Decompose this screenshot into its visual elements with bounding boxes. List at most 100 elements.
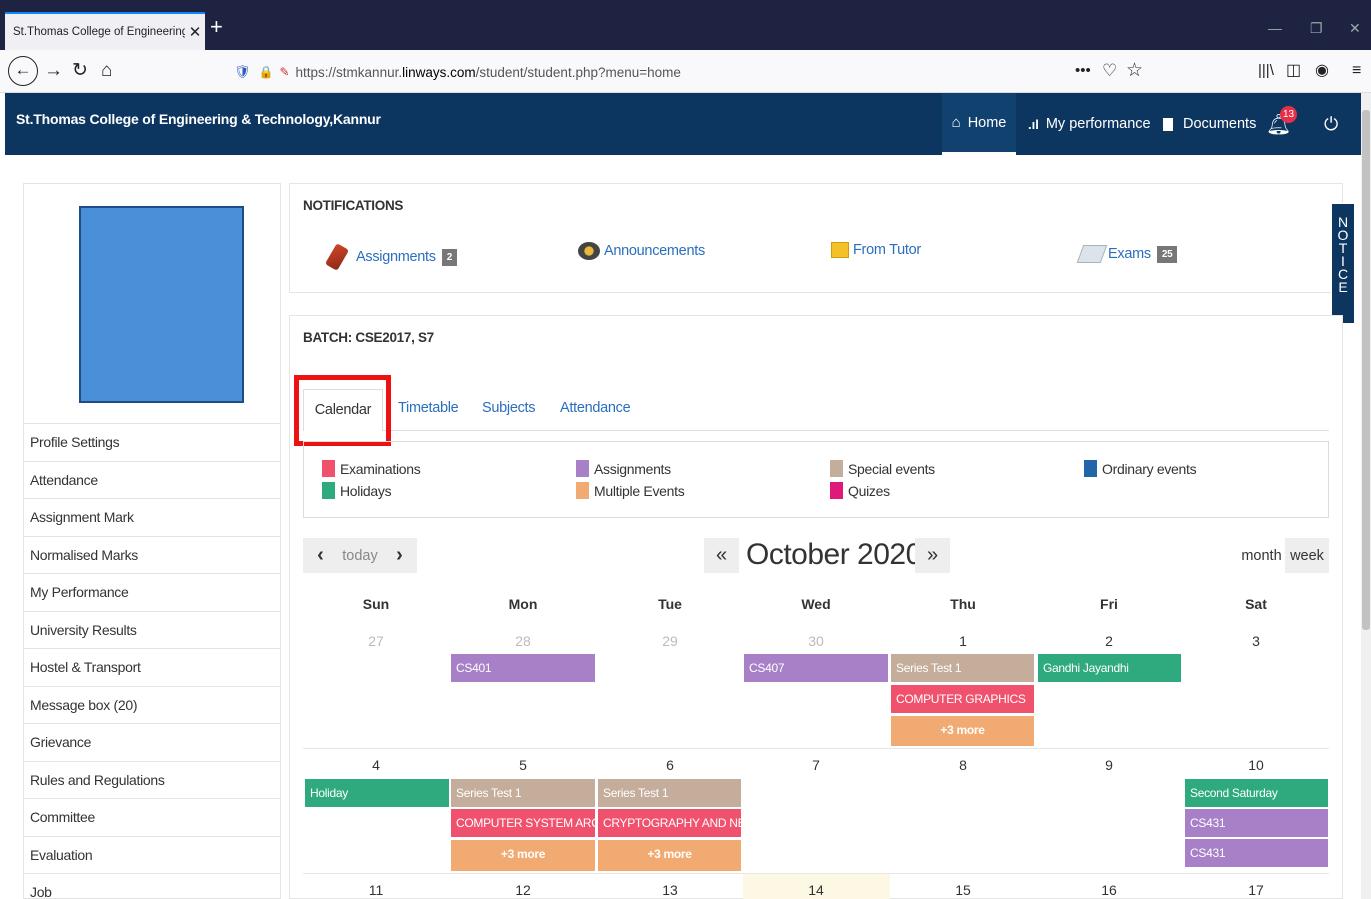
sidebar-item-my-performance[interactable]: My Performance xyxy=(23,573,281,610)
window-close-icon[interactable]: ✕ xyxy=(1349,20,1361,37)
day-number[interactable]: 2 xyxy=(1036,633,1182,649)
event-cryptography[interactable]: CRYPTOGRAPHY AND NET xyxy=(598,809,741,837)
notif-from-tutor[interactable]: From Tutor xyxy=(831,242,921,258)
restore-icon[interactable]: ❐ xyxy=(1310,20,1323,37)
day-number[interactable]: 29 xyxy=(597,633,743,649)
more-events-link[interactable]: +3 more xyxy=(598,840,741,871)
power-icon[interactable]: ⏻ xyxy=(1324,93,1338,155)
day-number[interactable]: 9 xyxy=(1036,757,1182,773)
notifications-bell[interactable]: 🔔︎ xyxy=(1266,93,1291,155)
day-number[interactable]: 10 xyxy=(1183,757,1329,773)
day-number[interactable]: 16 xyxy=(1036,882,1182,898)
event-cs431[interactable]: CS431 xyxy=(1185,839,1328,867)
close-tab-icon[interactable]: ✕ xyxy=(185,23,205,41)
menu-icon[interactable]: ≡ xyxy=(1352,57,1361,85)
day-number[interactable]: 6 xyxy=(597,757,743,773)
day-number[interactable]: 30 xyxy=(743,633,889,649)
legend-swatch xyxy=(322,482,335,499)
day-number[interactable]: 8 xyxy=(890,757,1036,773)
sidebar-item-rules[interactable]: Rules and Regulations xyxy=(23,761,281,798)
notice-tab[interactable]: NOTICE xyxy=(1331,203,1355,324)
sidebar-item-evaluation[interactable]: Evaluation xyxy=(23,836,281,873)
nav-home[interactable]: ⌂ Home xyxy=(942,93,1016,155)
event-computer-system-arch[interactable]: COMPUTER SYSTEM ARCI xyxy=(451,809,595,837)
event-second-saturday[interactable]: Second Saturday xyxy=(1185,779,1328,807)
event-holiday[interactable]: Holiday xyxy=(305,779,449,807)
next-button[interactable]: › xyxy=(382,538,417,573)
day-number[interactable]: 7 xyxy=(743,757,889,773)
day-number[interactable]: 15 xyxy=(890,882,1036,898)
browser-tab[interactable]: St.Thomas College of Engineering ✕ xyxy=(5,12,205,50)
day-number[interactable]: 13 xyxy=(597,882,743,898)
scrollbar-thumb[interactable] xyxy=(1362,110,1370,630)
prev-year-button[interactable]: « xyxy=(704,538,739,573)
sidebar-item-job[interactable]: Job xyxy=(23,873,281,899)
forward-icon[interactable]: → xyxy=(44,57,63,85)
reload-icon[interactable]: ↻ xyxy=(72,57,88,85)
more-events-link[interactable]: +3 more xyxy=(451,840,595,871)
event-series-test[interactable]: Series Test 1 xyxy=(451,779,595,807)
day-number[interactable]: 27 xyxy=(303,633,449,649)
legend-ordinary-events: Ordinary events xyxy=(1084,460,1197,477)
bookmark-star-icon[interactable]: ☆ xyxy=(1126,57,1143,85)
legend-multiple-events: Multiple Events xyxy=(576,482,685,499)
tab-subjects[interactable]: Subjects xyxy=(482,400,536,416)
day-number[interactable]: 5 xyxy=(450,757,596,773)
lock-icon[interactable]: 🔒 xyxy=(259,65,274,79)
event-cs431[interactable]: CS431 xyxy=(1185,809,1328,837)
tab-attendance[interactable]: Attendance xyxy=(560,400,631,416)
exam-paper-icon xyxy=(1076,245,1108,263)
event-series-test[interactable]: Series Test 1 xyxy=(891,654,1034,682)
sidebar-item-grievance[interactable]: Grievance xyxy=(23,723,281,760)
notif-announcements[interactable]: Announcements xyxy=(578,242,705,260)
new-tab-icon[interactable]: + xyxy=(210,16,223,38)
week-view-button[interactable]: week xyxy=(1285,538,1329,573)
sidebar-toggle-icon[interactable]: ◫ xyxy=(1286,57,1301,85)
day-number[interactable]: 11 xyxy=(303,882,449,898)
sidebar-item-message-box[interactable]: Message box (20) xyxy=(23,686,281,723)
back-icon[interactable]: ← xyxy=(8,56,38,86)
shield-icon[interactable]: 🛡 xyxy=(234,64,251,80)
day-number[interactable]: 3 xyxy=(1183,633,1329,649)
today-button[interactable]: today xyxy=(338,538,382,573)
pocket-icon[interactable]: ♡ xyxy=(1102,57,1117,85)
nav-my-performance[interactable]: .ıl My performance xyxy=(1028,93,1151,155)
event-cs407[interactable]: CS407 xyxy=(744,654,888,682)
sidebar-item-hostel-transport[interactable]: Hostel & Transport xyxy=(23,648,281,685)
url-text[interactable]: https://stmkannur.linways.com/student/st… xyxy=(296,65,681,80)
page-actions-icon[interactable]: ••• xyxy=(1075,57,1091,85)
month-view-button[interactable]: month xyxy=(1238,538,1285,573)
notif-exams[interactable]: Exams 25 xyxy=(1076,245,1178,263)
day-number[interactable]: 4 xyxy=(303,757,449,773)
day-number[interactable]: 1 xyxy=(890,633,1036,649)
day-number[interactable]: 14 xyxy=(743,882,889,898)
day-number[interactable]: 12 xyxy=(450,882,596,898)
prev-button[interactable]: ‹ xyxy=(303,538,338,573)
sidebar-item-normalised-marks[interactable]: Normalised Marks xyxy=(23,536,281,573)
next-year-button[interactable]: » xyxy=(915,538,950,573)
day-number[interactable]: 17 xyxy=(1183,882,1329,898)
address-bar[interactable]: 🛡 🔒 ✎ https://stmkannur.linways.com/stud… xyxy=(228,57,1148,87)
permissions-icon[interactable]: ✎ xyxy=(279,65,289,79)
tab-timetable[interactable]: Timetable xyxy=(398,400,459,416)
sidebar-item-committee[interactable]: Committee xyxy=(23,798,281,835)
sidebar-item-assignment-mark[interactable]: Assignment Mark xyxy=(23,498,281,535)
notif-assignments[interactable]: Assignments 2 xyxy=(324,243,457,271)
event-computer-graphics[interactable]: COMPUTER GRAPHICS xyxy=(891,685,1034,713)
more-events-link[interactable]: +3 more xyxy=(891,716,1034,746)
legend-swatch xyxy=(830,482,843,499)
account-icon[interactable]: ◉ xyxy=(1315,57,1329,85)
event-cs401[interactable]: CS401 xyxy=(451,654,595,682)
sidebar-item-university-results[interactable]: University Results xyxy=(23,611,281,648)
event-gandhi-jayanthi[interactable]: Gandhi Jayandhi xyxy=(1038,654,1181,682)
sidebar-item-profile-settings[interactable]: Profile Settings xyxy=(23,423,281,460)
event-series-test[interactable]: Series Test 1 xyxy=(598,779,741,807)
day-number[interactable]: 28 xyxy=(450,633,596,649)
library-icon[interactable]: |||\ xyxy=(1258,57,1274,85)
sidebar-item-attendance[interactable]: Attendance xyxy=(23,461,281,498)
nav-documents[interactable]: Documents xyxy=(1163,93,1256,155)
minimize-icon[interactable]: — xyxy=(1268,20,1282,36)
home-browser-icon[interactable]: ⌂ xyxy=(101,57,112,85)
site-title[interactable]: St.Thomas College of Engineering & Techn… xyxy=(16,111,381,127)
assignments-count-badge: 2 xyxy=(441,248,457,266)
